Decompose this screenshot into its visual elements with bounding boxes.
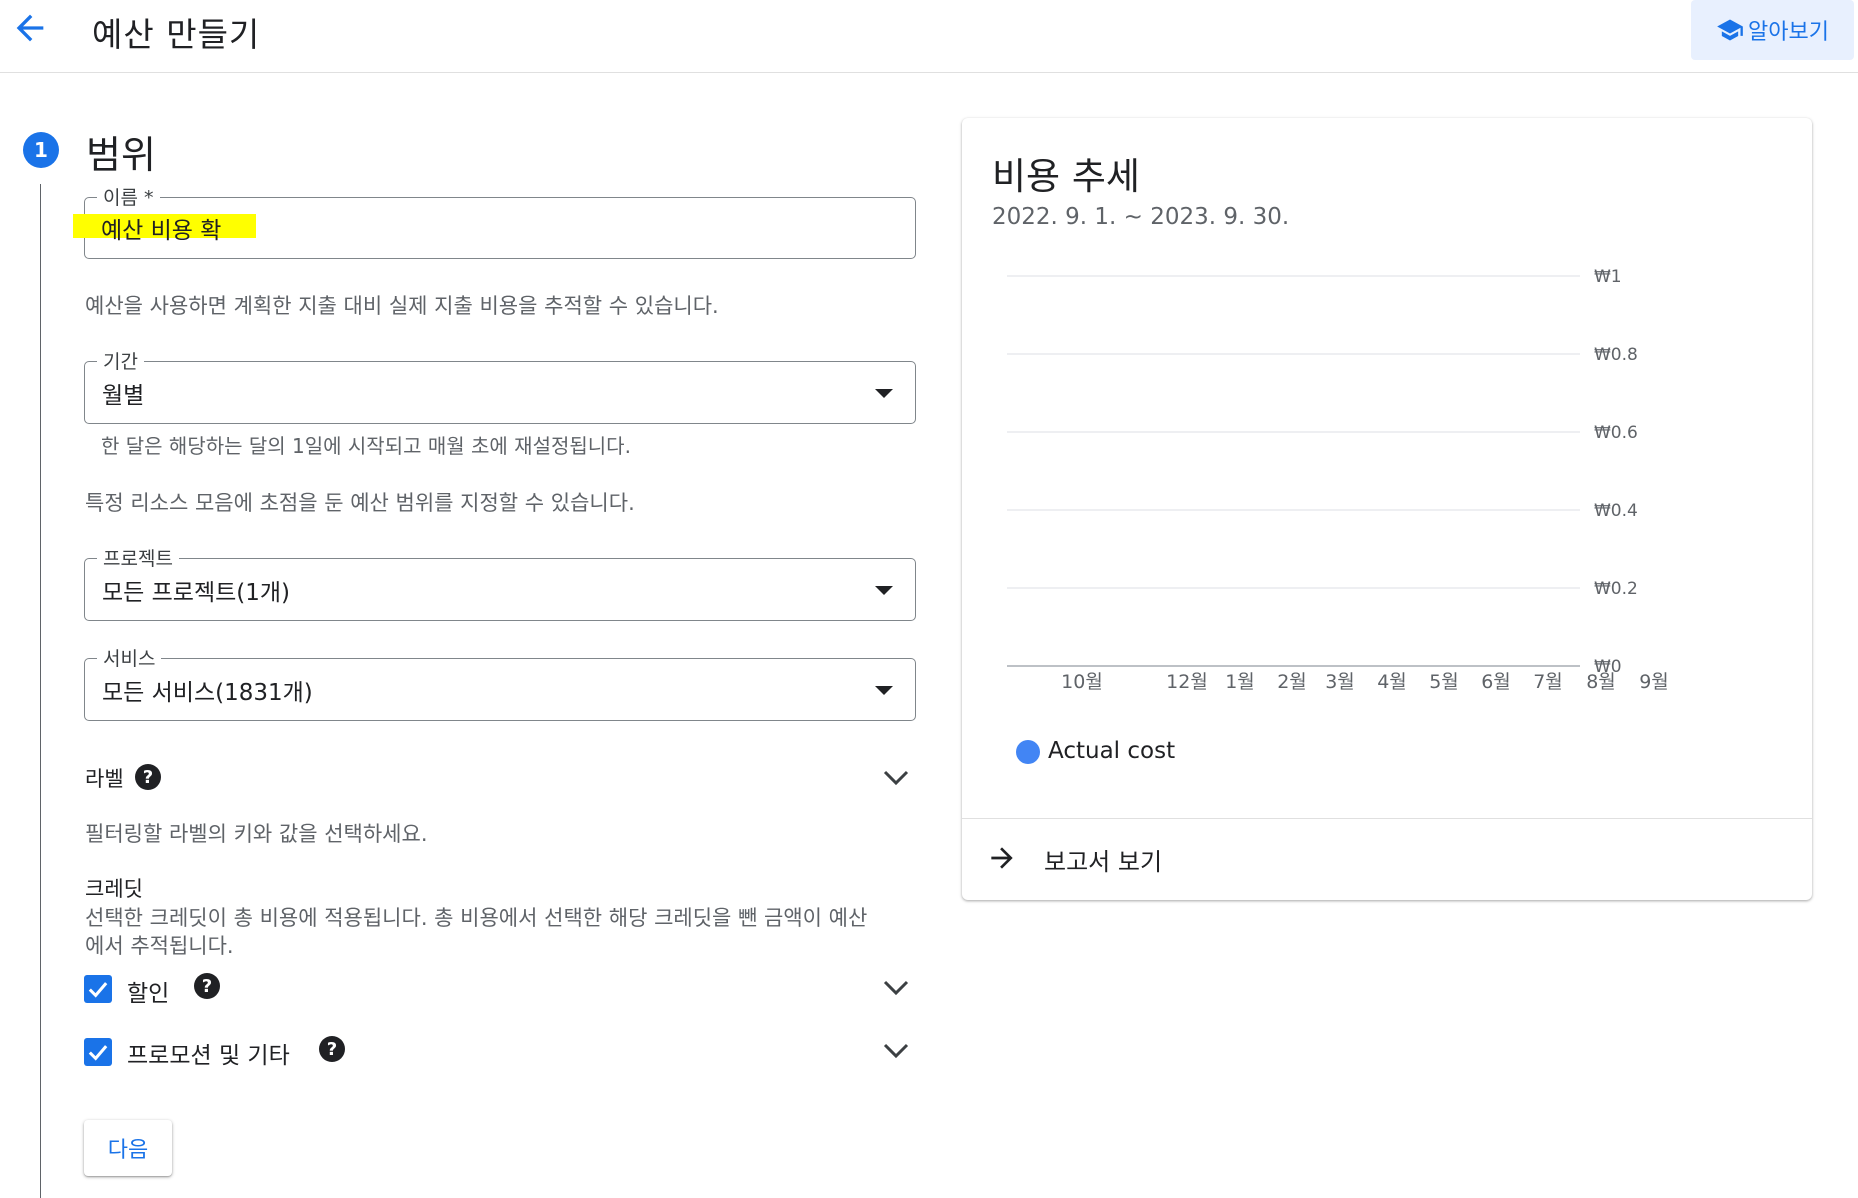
chevron-down-icon[interactable] [883,980,909,996]
x-tick-label: 2월 [1277,671,1307,693]
x-tick-label: 12월 [1166,671,1208,693]
name-field-value[interactable]: 예산 비용 확 [101,211,221,245]
cost-trend-card: 비용 추세 2022. 9. 1. ~ 2023. 9. 30. ₩1 ₩0.8 ₩… [962,118,1812,900]
promotion-label: 프로모션 및 기타 [127,1043,290,1069]
x-tick-label: 3월 [1325,671,1355,693]
service-select-label: 서비스 [97,644,162,671]
discount-checkbox[interactable] [84,975,112,1003]
next-button[interactable]: 다음 [84,1120,172,1176]
credits-description-2: 에서 추적됩니다. [85,934,234,958]
x-tick-label: 4월 [1377,671,1407,693]
x-tick-label: 1월 [1225,671,1255,693]
back-arrow-icon[interactable] [10,8,50,48]
top-bar: 예산 만들기 알아보기 [0,0,1858,73]
learn-label: 알아보기 [1748,20,1829,45]
card-divider [962,818,1812,819]
period-hint: 한 달은 해당하는 달의 1일에 시작되고 매월 초에 재설정됩니다. [101,434,631,458]
period-select-label: 기간 [97,347,144,374]
legend-label: Actual cost [1048,738,1176,764]
project-select[interactable]: 프로젝트 모든 프로젝트(1개) [84,544,916,621]
period-select[interactable]: 기간 월별 [84,347,916,424]
discount-label: 할인 [127,981,170,1007]
help-icon[interactable]: ? [319,1036,345,1062]
service-select[interactable]: 서비스 모든 서비스(1831개) [84,644,916,721]
y-tick-label: ₩0.4 [1594,501,1638,521]
labels-title: 라벨 [85,767,124,791]
name-field-label: 이름 * [97,183,160,210]
project-select-value: 모든 프로젝트(1개) [102,580,291,606]
labels-description: 필터링할 라벨의 키와 값을 선택하세요. [85,822,428,846]
period-select-value: 월별 [102,383,145,409]
dropdown-arrow-icon [875,389,893,398]
cost-trend-chart: ₩1₩0.8₩0.6₩0.4₩0.2₩010월 12월 1월 2월 3월 4월 5월 6월 7월… [1007,267,1669,693]
scope-description: 특정 리소스 모음에 초점을 둔 예산 범위를 지정할 수 있습니다. [85,491,635,515]
arrow-forward-icon[interactable] [986,842,1018,874]
project-select-label: 프로젝트 [97,544,179,571]
x-tick-label: 6월 [1481,671,1511,693]
check-icon [88,982,108,998]
help-icon[interactable]: ? [194,973,220,999]
step-connector-line [40,184,41,1198]
chevron-down-icon[interactable] [883,770,909,786]
check-icon [88,1045,108,1061]
view-report-link[interactable]: 보고서 보기 [1044,842,1162,877]
learn-button[interactable]: 알아보기 [1691,0,1854,60]
y-tick-label: ₩0.6 [1594,423,1638,443]
x-tick-label: 8월 [1586,671,1616,693]
help-icon[interactable]: ? [135,764,161,790]
legend-swatch [1016,740,1040,764]
page-title: 예산 만들기 [92,15,261,54]
x-tick-label: 7월 [1533,671,1563,693]
x-tick-label: 9월 [1639,671,1669,693]
school-icon [1717,19,1743,41]
promotion-checkbox[interactable] [84,1038,112,1066]
credits-description-1: 선택한 크레딧이 총 비용에 적용됩니다. 총 비용에서 선택한 해당 크레딧을… [85,906,868,930]
y-tick-label: ₩0.2 [1594,579,1638,599]
step-number-badge: 1 [23,132,59,168]
y-tick-label: ₩0.8 [1594,345,1638,365]
y-tick-label: ₩1 [1594,267,1622,287]
dropdown-arrow-icon [875,686,893,695]
service-select-value: 모든 서비스(1831개) [102,680,313,706]
dropdown-arrow-icon [875,586,893,595]
step-title: 범위 [86,133,156,177]
budget-description: 예산을 사용하면 계획한 지출 대비 실제 지출 비용을 추적할 수 있습니다. [85,294,719,318]
x-tick-label: 10월 [1061,671,1103,693]
chevron-down-icon[interactable] [883,1043,909,1059]
credits-title: 크레딧 [85,877,143,901]
x-tick-label: 5월 [1429,671,1459,693]
